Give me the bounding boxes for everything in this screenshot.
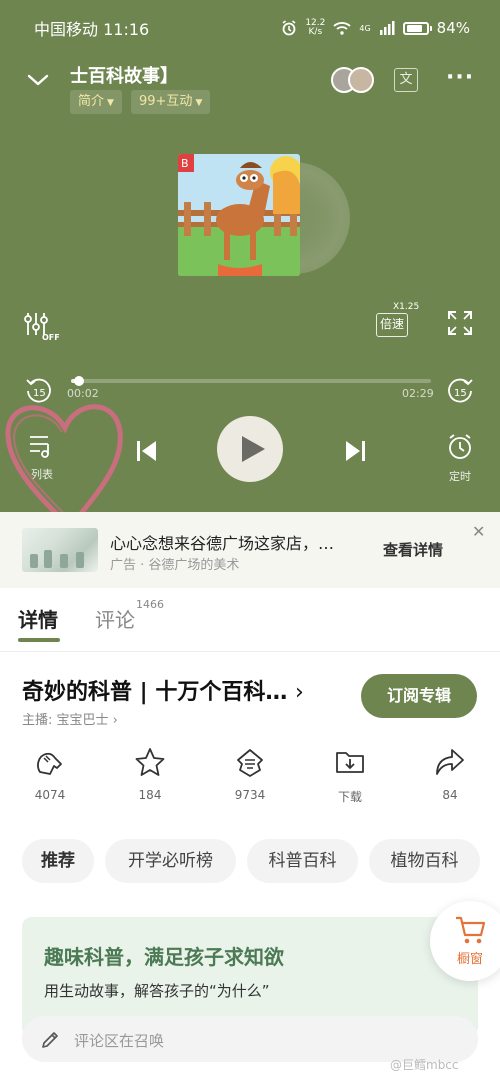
- tag-science[interactable]: 科普百科: [247, 839, 358, 883]
- alarm-clock-icon: [449, 434, 471, 459]
- svg-text:15: 15: [33, 388, 46, 399]
- total-time: 02:29: [402, 387, 434, 400]
- download-button[interactable]: 下载: [320, 746, 380, 805]
- intro-chip[interactable]: 简介 ▼: [70, 90, 122, 114]
- playlist-icon: [30, 436, 49, 458]
- forward-15-icon[interactable]: 15: [445, 376, 475, 406]
- stats-row: 4074 184 9734 下载 84: [0, 746, 500, 816]
- equalizer-off-icon[interactable]: OFF: [24, 311, 60, 341]
- expand-icon[interactable]: [447, 310, 473, 336]
- progress-knob[interactable]: [73, 376, 84, 386]
- favorite-button[interactable]: 184: [120, 746, 180, 802]
- interaction-chip[interactable]: 99+互动 ▼: [131, 90, 211, 114]
- svg-text:15: 15: [454, 388, 467, 399]
- comments-count: 1466: [136, 598, 164, 611]
- speed-button[interactable]: 倍速: [376, 313, 408, 337]
- tab-details[interactable]: 详情: [18, 604, 58, 633]
- svg-text:OFF: OFF: [42, 333, 60, 341]
- player-header: 士百科故事】 简介 ▼ 99+互动 ▼ 文 ···: [0, 58, 500, 118]
- timer-label: 定时: [449, 470, 471, 483]
- album-name[interactable]: 奇妙的科普 | 十万个百科… ›: [22, 674, 342, 706]
- caret-down-icon: ▼: [107, 98, 114, 108]
- tab-underline: [18, 638, 60, 642]
- battery-percent: 84%: [436, 19, 470, 37]
- avatar: [348, 67, 374, 93]
- like-button[interactable]: 4074: [20, 746, 80, 802]
- tag-plants[interactable]: 植物百科: [369, 839, 480, 883]
- tag-back-to-school[interactable]: 开学必听榜: [105, 839, 236, 883]
- tool-row: OFF 倍速 X1.25: [0, 302, 500, 345]
- anchor-link[interactable]: 主播: 宝宝巴士 ›: [22, 709, 118, 728]
- carrier-time: 中国移动 11:16: [34, 20, 150, 39]
- chevron-down-icon[interactable]: [26, 68, 50, 92]
- album-title: 士百科故事】: [70, 66, 178, 87]
- player-panel: 中国移动 11:16 12.2 K/s 4G 84% 士百科故事】 简介 ▼ 99+…: [0, 0, 500, 532]
- ad-title: 心心念想来谷德广场这家店，…: [110, 534, 335, 553]
- signal-icon: [379, 21, 395, 35]
- wifi-icon: [333, 22, 351, 35]
- ticket-button[interactable]: 9734: [220, 746, 280, 802]
- pencil-icon: [42, 1032, 58, 1048]
- playlist-button[interactable]: 列表: [22, 434, 62, 482]
- playback-controls: 列表 定时: [0, 412, 500, 502]
- watermark: @巨鳕mbcc: [390, 1058, 459, 1072]
- comment-placeholder: 评论区在召唤: [74, 1032, 165, 1050]
- text-toggle-button[interactable]: 文: [394, 68, 418, 92]
- promo-title: 趣味科普，满足孩子求知欲: [44, 945, 284, 969]
- speed-value: X1.25: [393, 302, 420, 312]
- ad-banner[interactable]: 心心念想来谷德广场这家店，… 广告 · 谷德广场的美术 查看详情 ✕: [0, 512, 500, 588]
- play-button[interactable]: [217, 416, 283, 482]
- net-speed: 12.2 K/s: [305, 18, 326, 37]
- play-icon: [242, 436, 265, 462]
- cart-icon: [456, 916, 486, 944]
- svg-text:B: B: [181, 157, 189, 170]
- share-icon: [436, 749, 464, 775]
- tag-recommend[interactable]: 推荐: [22, 839, 94, 883]
- status-bar: 中国移动 11:16 12.2 K/s 4G 84%: [0, 0, 500, 56]
- ad-thumbnail: [22, 528, 98, 572]
- promo-subtitle: 用生动故事，解答孩子的“为什么”: [44, 982, 270, 1000]
- rewind-15-icon[interactable]: 15: [24, 376, 54, 406]
- download-icon: [336, 752, 364, 773]
- share-button[interactable]: 84: [420, 746, 480, 802]
- shop-label: 橱窗: [457, 952, 484, 967]
- ad-details-button[interactable]: 查看详情: [383, 539, 443, 560]
- ad-subtitle: 广告 · 谷德广场的美术: [110, 558, 240, 573]
- progress-track[interactable]: [71, 379, 431, 383]
- ticket-icon: [237, 749, 263, 777]
- tab-comments[interactable]: 评论1466: [95, 598, 164, 633]
- album-cover: B: [178, 154, 300, 276]
- previous-track-icon[interactable]: [134, 438, 160, 464]
- current-time: 00:02: [67, 387, 99, 400]
- like-icon: [37, 752, 62, 775]
- star-icon: [135, 748, 165, 776]
- subscribe-button[interactable]: 订阅专辑: [361, 674, 477, 718]
- caret-down-icon: ▼: [195, 98, 203, 108]
- progress-row: 15 00:02 02:29 15: [0, 370, 500, 404]
- sleep-timer-button[interactable]: 定时: [440, 434, 480, 484]
- next-track-icon[interactable]: [342, 438, 368, 464]
- cover-area: B: [178, 154, 350, 278]
- shop-window-button[interactable]: 橱窗: [430, 901, 500, 981]
- tag-row: 推荐 开学必听榜 科普百科 植物百科: [0, 839, 500, 885]
- close-icon[interactable]: ✕: [472, 522, 485, 541]
- avatar-group[interactable]: [331, 67, 375, 95]
- battery-icon: [402, 21, 432, 35]
- network-type: 4G: [359, 23, 371, 33]
- playlist-label: 列表: [31, 468, 53, 481]
- alarm-icon: [282, 20, 296, 36]
- detail-tabs: 详情 评论1466: [0, 596, 500, 652]
- more-icon[interactable]: ···: [446, 67, 474, 89]
